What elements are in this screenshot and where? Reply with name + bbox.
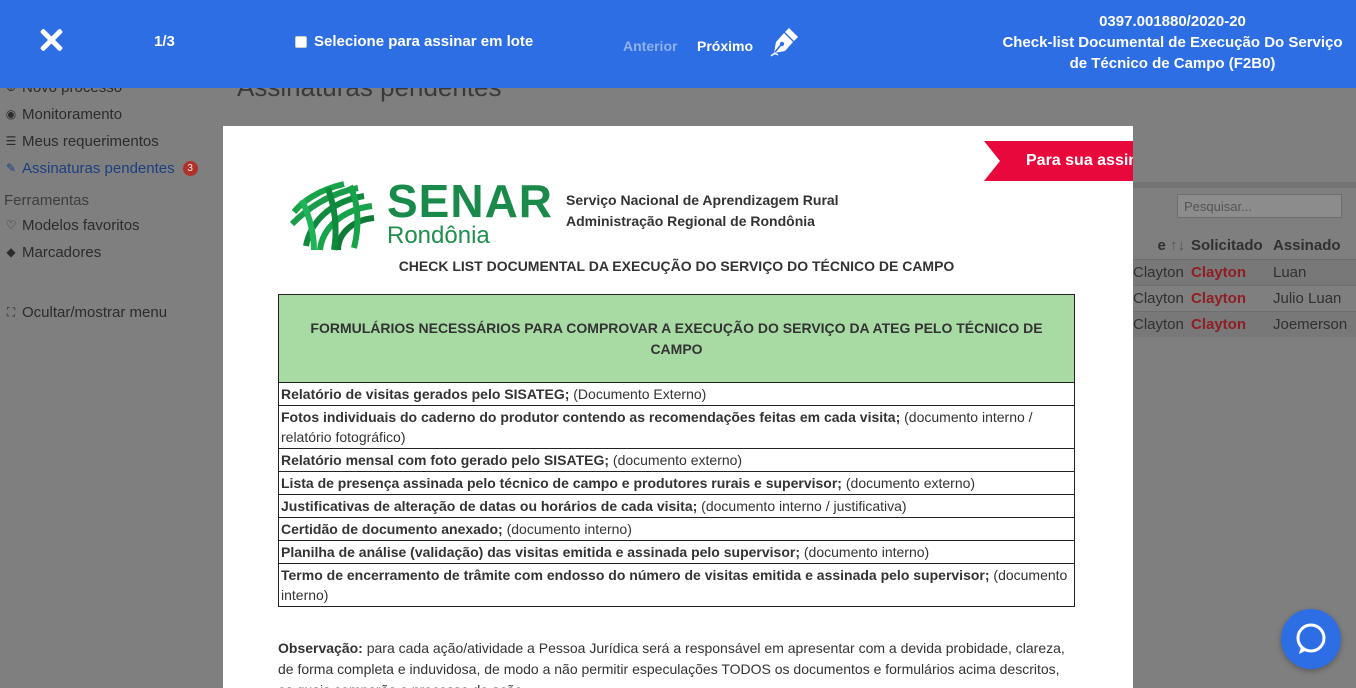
chat-bubble-icon — [1296, 623, 1326, 654]
senar-logo: SENAR Rondônia — [288, 172, 552, 252]
table-cell: Clayton — [1191, 290, 1247, 307]
table-row: Relatório de visitas gerados pelo SISATE… — [278, 382, 1075, 406]
sidebar-item-label: Monitoramento — [22, 106, 123, 123]
tags-icon: ◆ — [6, 245, 16, 259]
organization-name: Serviço Nacional de Aprendizagem Rural A… — [566, 190, 839, 232]
table-row: Fotos individuais do caderno do produtor… — [278, 405, 1075, 449]
sidebar-section-heading: Ferramentas — [4, 192, 90, 209]
sidebar-item-label: Marcadores — [22, 244, 102, 261]
table-cell: Joemerson — [1273, 316, 1348, 333]
checklist-table: FORMULÁRIOS NECESSÁRIOS PARA COMPROVAR A… — [278, 294, 1075, 607]
divider — [1133, 182, 1356, 188]
document-id: 0397.001880/2020-20 — [1099, 13, 1246, 30]
sidebar-item-assinaturas-pendentes[interactable]: ✎ Assinaturas pendentes 3 — [4, 155, 219, 182]
observation-label: Observação: — [278, 640, 363, 656]
table-row[interactable]: Clayton Clayton Julio Luan — [1133, 285, 1356, 311]
column-header[interactable]: e ↑↓ — [1133, 233, 1191, 259]
toggle-menu-label: Ocultar/mostrar menu — [22, 304, 168, 321]
toggle-menu-button[interactable]: ⛶ Ocultar/mostrar menu — [4, 299, 219, 326]
logo-region: Rondônia — [387, 222, 490, 249]
search-input[interactable]: Pesquisar... — [1177, 194, 1342, 218]
list-icon: ☰ — [5, 134, 17, 148]
table-cell: Clayton — [1133, 316, 1184, 333]
document-preview: Para sua assinatura SENAR Rondônia Servi… — [223, 126, 1133, 688]
table-cell: Clayton — [1191, 264, 1247, 281]
next-button[interactable]: Próximo — [697, 38, 753, 54]
table-row: Certidão de documento anexado; (document… — [278, 517, 1075, 541]
table-row[interactable]: Clayton Clayton Joemerson — [1133, 311, 1356, 337]
close-icon[interactable] — [38, 27, 64, 53]
signature-pen-icon[interactable] — [769, 25, 801, 57]
checkbox[interactable] — [295, 35, 307, 48]
sign-ribbon: Para sua assinatura — [984, 141, 1133, 181]
batch-sign-label: Selecione para assinar em lote — [314, 33, 534, 50]
sidebar-item-marcadores[interactable]: ◆ Marcadores — [4, 239, 219, 266]
table-cell: Luan — [1273, 264, 1307, 281]
logo-wordmark: SENAR — [387, 175, 554, 227]
sidebar: ⊕ Novo processo ◉ Monitoramento ☰ Meus r… — [4, 74, 219, 326]
table-row: Termo de encerramento de trâmite com end… — [278, 563, 1075, 607]
org-line: Serviço Nacional de Aprendizagem Rural — [566, 192, 839, 208]
previous-button[interactable]: Anterior — [623, 38, 677, 54]
document-header: 0397.001880/2020-20 Check-list Documenta… — [1000, 11, 1345, 74]
sidebar-item-label: Meus requerimentos — [22, 133, 159, 150]
table-cell: Clayton — [1191, 316, 1247, 333]
sidebar-item-modelos-favoritos[interactable]: ♡ Modelos favoritos — [4, 212, 219, 239]
sidebar-item-label: Modelos favoritos — [22, 217, 140, 234]
observation-paragraph: Observação: para cada ação/atividade a P… — [278, 638, 1078, 688]
table-row: Planilha de análise (validação) das visi… — [278, 540, 1075, 564]
pending-table: e ↑↓ Solicitado Assinado Clayton Clayton… — [1133, 233, 1356, 337]
table-row: Lista de presença assinada pelo técnico … — [278, 471, 1075, 495]
sidebar-item-meus-requerimentos[interactable]: ☰ Meus requerimentos — [4, 128, 219, 155]
column-header[interactable]: Assinado — [1273, 233, 1356, 259]
observation-text: para cada ação/atividade a Pessoa Jurídi… — [278, 640, 1065, 688]
chat-button[interactable] — [1281, 609, 1341, 669]
expand-icon: ⛶ — [6, 305, 16, 319]
document-heading: CHECK LIST DOCUMENTAL DA EXECUÇÃO DO SER… — [398, 258, 955, 274]
eye-icon: ◉ — [5, 107, 17, 121]
pen-icon: ✎ — [5, 161, 17, 175]
table-cell: Clayton — [1133, 290, 1184, 307]
table-row: Justificativas de alteração de datas ou … — [278, 494, 1075, 518]
document-title: Check-list Documental de Execução Do Ser… — [1002, 34, 1343, 72]
senar-leaf-icon — [289, 181, 375, 251]
signature-toolbar: 1/3 Selecione para assinar em lote Anter… — [0, 0, 1356, 88]
sidebar-item-label: Assinaturas pendentes — [22, 160, 175, 177]
table-cell: Julio Luan — [1273, 290, 1342, 307]
batch-sign-checkbox[interactable]: Selecione para assinar em lote — [295, 33, 533, 50]
document-counter: 1/3 — [154, 33, 175, 50]
table-header: FORMULÁRIOS NECESSÁRIOS PARA COMPROVAR A… — [278, 294, 1075, 383]
table-row[interactable]: Clayton Clayton Luan — [1133, 259, 1356, 285]
count-badge: 3 — [182, 161, 198, 176]
sidebar-item-monitoramento[interactable]: ◉ Monitoramento — [4, 101, 219, 128]
table-row: Relatório mensal com foto gerado pelo SI… — [278, 448, 1075, 472]
org-line: Administração Regional de Rondônia — [566, 213, 815, 229]
column-header[interactable]: Solicitado — [1191, 233, 1273, 259]
heart-icon: ♡ — [5, 218, 17, 232]
table-header: e ↑↓ Solicitado Assinado — [1133, 233, 1356, 259]
table-cell: Clayton — [1133, 264, 1184, 281]
